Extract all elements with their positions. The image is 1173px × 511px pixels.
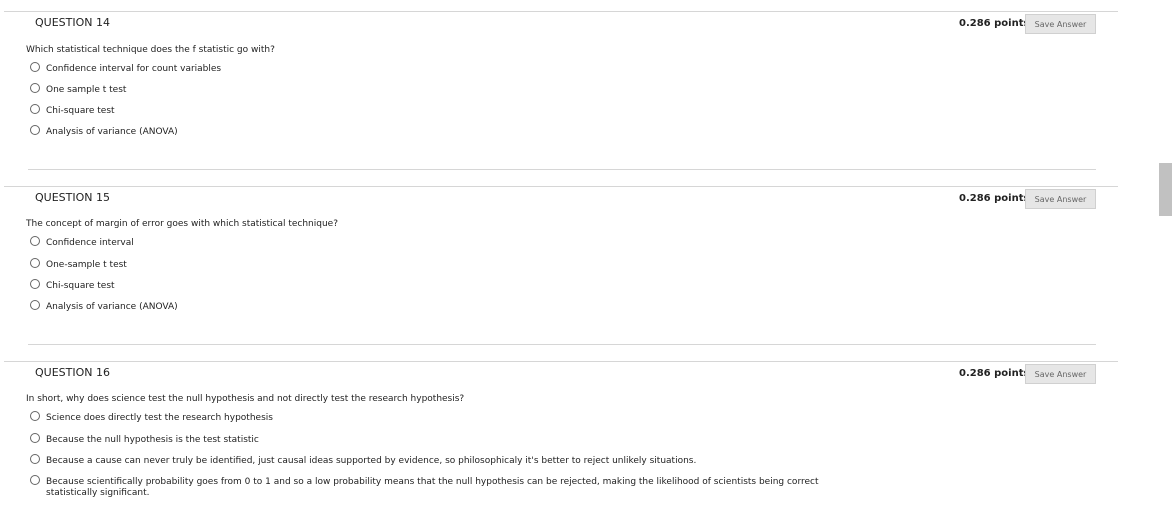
option-label[interactable]: Because a cause can never truly be ident… — [46, 456, 696, 466]
question-title: QUESTION 14 — [35, 16, 110, 29]
radio-button[interactable] — [30, 62, 40, 72]
question-14: QUESTION 14 0.286 points Save Answer Whi… — [4, 11, 1118, 137]
question-text: Which statistical technique does the f s… — [26, 45, 275, 55]
scrollbar-thumb[interactable] — [1159, 163, 1172, 216]
question-header: QUESTION 14 0.286 points Save Answer — [4, 11, 1118, 40]
radio-button[interactable] — [30, 279, 40, 289]
question-points: 0.286 points — [959, 368, 1030, 379]
option-label[interactable]: Analysis of variance (ANOVA) — [46, 302, 178, 312]
radio-button[interactable] — [30, 236, 40, 246]
option-label[interactable]: Because scientifically probability goes … — [46, 477, 846, 499]
question-16: QUESTION 16 0.286 points Save Answer In … — [4, 361, 1118, 498]
option-label[interactable]: Analysis of variance (ANOVA) — [46, 127, 178, 137]
question-15: QUESTION 15 0.286 points Save Answer The… — [4, 186, 1118, 312]
option-label[interactable]: Science does directly test the research … — [46, 413, 273, 423]
option-label[interactable]: Chi-square test — [46, 106, 115, 116]
question-text: In short, why does science test the null… — [26, 394, 465, 404]
radio-button[interactable] — [30, 475, 40, 485]
radio-button[interactable] — [30, 258, 40, 268]
radio-button[interactable] — [30, 83, 40, 93]
option-label[interactable]: One sample t test — [46, 85, 126, 95]
question-text: The concept of margin of error goes with… — [26, 219, 338, 229]
question-points: 0.286 points — [959, 193, 1030, 204]
radio-button[interactable] — [30, 125, 40, 135]
radio-button[interactable] — [30, 454, 40, 464]
question-points: 0.286 points — [959, 18, 1030, 29]
option-label[interactable]: Confidence interval — [46, 238, 134, 248]
question-title: QUESTION 15 — [35, 191, 110, 204]
radio-button[interactable] — [30, 433, 40, 443]
option-label[interactable]: Chi-square test — [46, 281, 115, 291]
radio-button[interactable] — [30, 411, 40, 421]
radio-button[interactable] — [30, 104, 40, 114]
option-label[interactable]: Confidence interval for count variables — [46, 64, 221, 74]
question-title: QUESTION 16 — [35, 366, 110, 379]
save-answer-button[interactable]: Save Answer — [1025, 364, 1096, 384]
question-divider — [28, 169, 1096, 170]
question-header: QUESTION 15 0.286 points Save Answer — [4, 186, 1118, 215]
radio-button[interactable] — [30, 300, 40, 310]
save-answer-button[interactable]: Save Answer — [1025, 14, 1096, 34]
question-header: QUESTION 16 0.286 points Save Answer — [4, 361, 1118, 390]
save-answer-button[interactable]: Save Answer — [1025, 189, 1096, 209]
option-label[interactable]: Because the null hypothesis is the test … — [46, 435, 259, 445]
option-label[interactable]: One-sample t test — [46, 260, 127, 270]
question-divider — [28, 344, 1096, 345]
